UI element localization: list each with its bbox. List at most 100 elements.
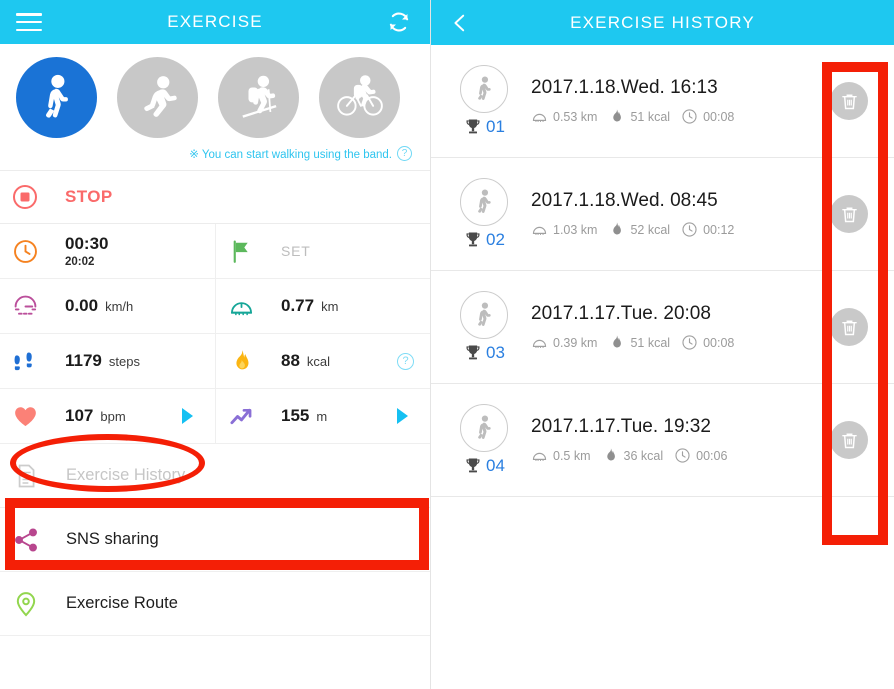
delete-button[interactable] <box>830 421 868 459</box>
app-root: EXERCISE ※ You can start walking using t… <box>0 0 894 689</box>
history-page-title: EXERCISE HISTORY <box>570 12 755 32</box>
exercise-topbar: EXERCISE <box>0 0 430 44</box>
flag-icon <box>228 238 255 265</box>
flame-icon <box>613 109 622 122</box>
location-pin-icon <box>12 590 40 618</box>
hamburger-icon[interactable] <box>16 13 42 31</box>
stat-heartrate[interactable]: 107 bpm <box>0 389 215 443</box>
elevation-detail-arrow-icon[interactable] <box>397 408 408 424</box>
delete-button[interactable] <box>830 308 868 346</box>
history-row[interactable]: 03 2017.1.17.Tue. 20:08 0.39 km 51 kcal … <box>431 271 894 384</box>
trash-icon <box>841 432 857 448</box>
stats-grid: 00:30 20:02 SET 0.00 km/h 0.77 km 1179 s… <box>0 223 430 444</box>
delete-button[interactable] <box>830 82 868 120</box>
metric-duration: 00:06 <box>674 447 727 464</box>
walking-icon <box>460 178 508 226</box>
trash-icon <box>841 319 857 335</box>
clock-icon <box>682 335 697 350</box>
stat-duration[interactable]: 00:30 20:02 <box>0 224 215 278</box>
duration-text: 00:06 <box>696 448 728 463</box>
duration-value: 00:30 <box>65 234 109 253</box>
exercise-panel: EXERCISE ※ You can start walking using t… <box>0 0 430 689</box>
metric-distance: 1.03 km <box>531 221 597 238</box>
rank-badge: 02 <box>463 230 505 250</box>
steps-value: 1179 <box>65 351 102 370</box>
elevation-value: 155 <box>281 406 310 425</box>
trophy-icon <box>466 458 480 473</box>
rank-number: 01 <box>486 117 505 136</box>
goal-value: SET <box>281 243 311 259</box>
history-row-badge: 01 <box>447 65 521 137</box>
clock-icon <box>682 109 697 124</box>
heart-icon <box>12 403 39 430</box>
activity-cycling[interactable] <box>319 57 400 138</box>
refresh-sync-icon[interactable] <box>386 9 412 35</box>
rank-number: 02 <box>486 230 505 249</box>
history-row-content: 2017.1.17.Tue. 19:32 0.5 km 36 kcal 00:0… <box>531 416 727 464</box>
history-date: 2017.1.18.Wed. 16:13 <box>531 77 718 98</box>
delete-button[interactable] <box>830 195 868 233</box>
history-row[interactable]: 04 2017.1.17.Tue. 19:32 0.5 km 36 kcal 0… <box>431 384 894 497</box>
menu-item-exercise-route[interactable]: Exercise Route <box>0 572 430 636</box>
clock-icon <box>682 222 697 237</box>
menu-label: Exercise History <box>66 466 186 484</box>
stat-elevation[interactable]: 155 m <box>215 389 430 443</box>
history-row-content: 2017.1.18.Wed. 16:13 0.53 km 51 kcal 00:… <box>531 77 734 125</box>
help-icon[interactable]: ? <box>397 146 412 161</box>
odometer-icon <box>228 293 255 320</box>
history-metrics: 0.5 km 36 kcal 00:06 <box>531 447 727 464</box>
activity-selector <box>0 44 430 138</box>
history-metrics: 1.03 km 52 kcal 00:12 <box>531 221 734 238</box>
metric-calories: 51 kcal <box>608 108 670 125</box>
history-row[interactable]: 02 2017.1.18.Wed. 08:45 1.03 km 52 kcal … <box>431 158 894 271</box>
duration-text: 00:08 <box>703 109 735 124</box>
stat-distance[interactable]: 0.77 km <box>215 279 430 333</box>
trophy-icon <box>466 119 480 134</box>
trophy-icon <box>466 232 480 247</box>
hiking-icon <box>241 75 276 118</box>
menu-item-exercise-history[interactable]: Exercise History <box>0 444 430 508</box>
duration-subvalue: 20:02 <box>65 256 95 268</box>
calories-text: 51 kcal <box>630 109 671 124</box>
history-metrics: 0.53 km 51 kcal 00:08 <box>531 108 734 125</box>
menu-label: SNS sharing <box>66 530 159 548</box>
trend-arrow-icon <box>228 403 255 430</box>
history-row[interactable]: 01 2017.1.18.Wed. 16:13 0.53 km 51 kcal … <box>431 45 894 158</box>
metric-duration: 00:08 <box>681 108 734 125</box>
cycling-icon <box>336 74 383 116</box>
walking-icon <box>460 404 508 452</box>
menu-item-sns-sharing[interactable]: SNS sharing <box>0 508 430 572</box>
activity-hiking[interactable] <box>218 57 299 138</box>
walking-icon <box>460 291 508 339</box>
calories-value: 88 <box>281 351 300 370</box>
speedometer-icon <box>12 293 39 320</box>
metric-duration: 00:12 <box>681 221 734 238</box>
history-date: 2017.1.18.Wed. 08:45 <box>531 190 718 211</box>
calories-unit: kcal <box>306 354 331 369</box>
stat-goal[interactable]: SET <box>215 224 430 278</box>
stat-calories[interactable]: 88 kcal ? <box>215 334 430 388</box>
odometer-icon <box>532 339 547 348</box>
history-row-badge: 02 <box>447 178 521 250</box>
stop-button[interactable]: STOP <box>0 171 430 223</box>
calories-text: 36 kcal <box>623 448 664 463</box>
walking-icon <box>460 65 508 113</box>
walking-icon <box>45 74 68 118</box>
calories-text: 52 kcal <box>630 222 671 237</box>
stat-steps[interactable]: 1179 steps <box>0 334 215 388</box>
stat-speed[interactable]: 0.00 km/h <box>0 279 215 333</box>
history-topbar: EXERCISE HISTORY <box>431 0 894 45</box>
activity-running[interactable] <box>117 57 198 138</box>
distance-unit: km <box>321 299 339 314</box>
calories-help-icon[interactable]: ? <box>397 352 414 370</box>
activity-walking[interactable] <box>16 57 97 138</box>
metric-duration: 00:08 <box>681 334 734 351</box>
stat-row: 107 bpm 155 m <box>0 389 430 444</box>
heartrate-detail-arrow-icon[interactable] <box>182 408 193 424</box>
history-metrics: 0.39 km 51 kcal 00:08 <box>531 334 734 351</box>
distance-value: 0.77 <box>281 296 315 315</box>
flame-icon <box>606 448 615 461</box>
odometer-icon <box>532 113 547 122</box>
metric-calories: 36 kcal <box>602 447 664 464</box>
stat-row: 00:30 20:02 SET <box>0 224 430 279</box>
